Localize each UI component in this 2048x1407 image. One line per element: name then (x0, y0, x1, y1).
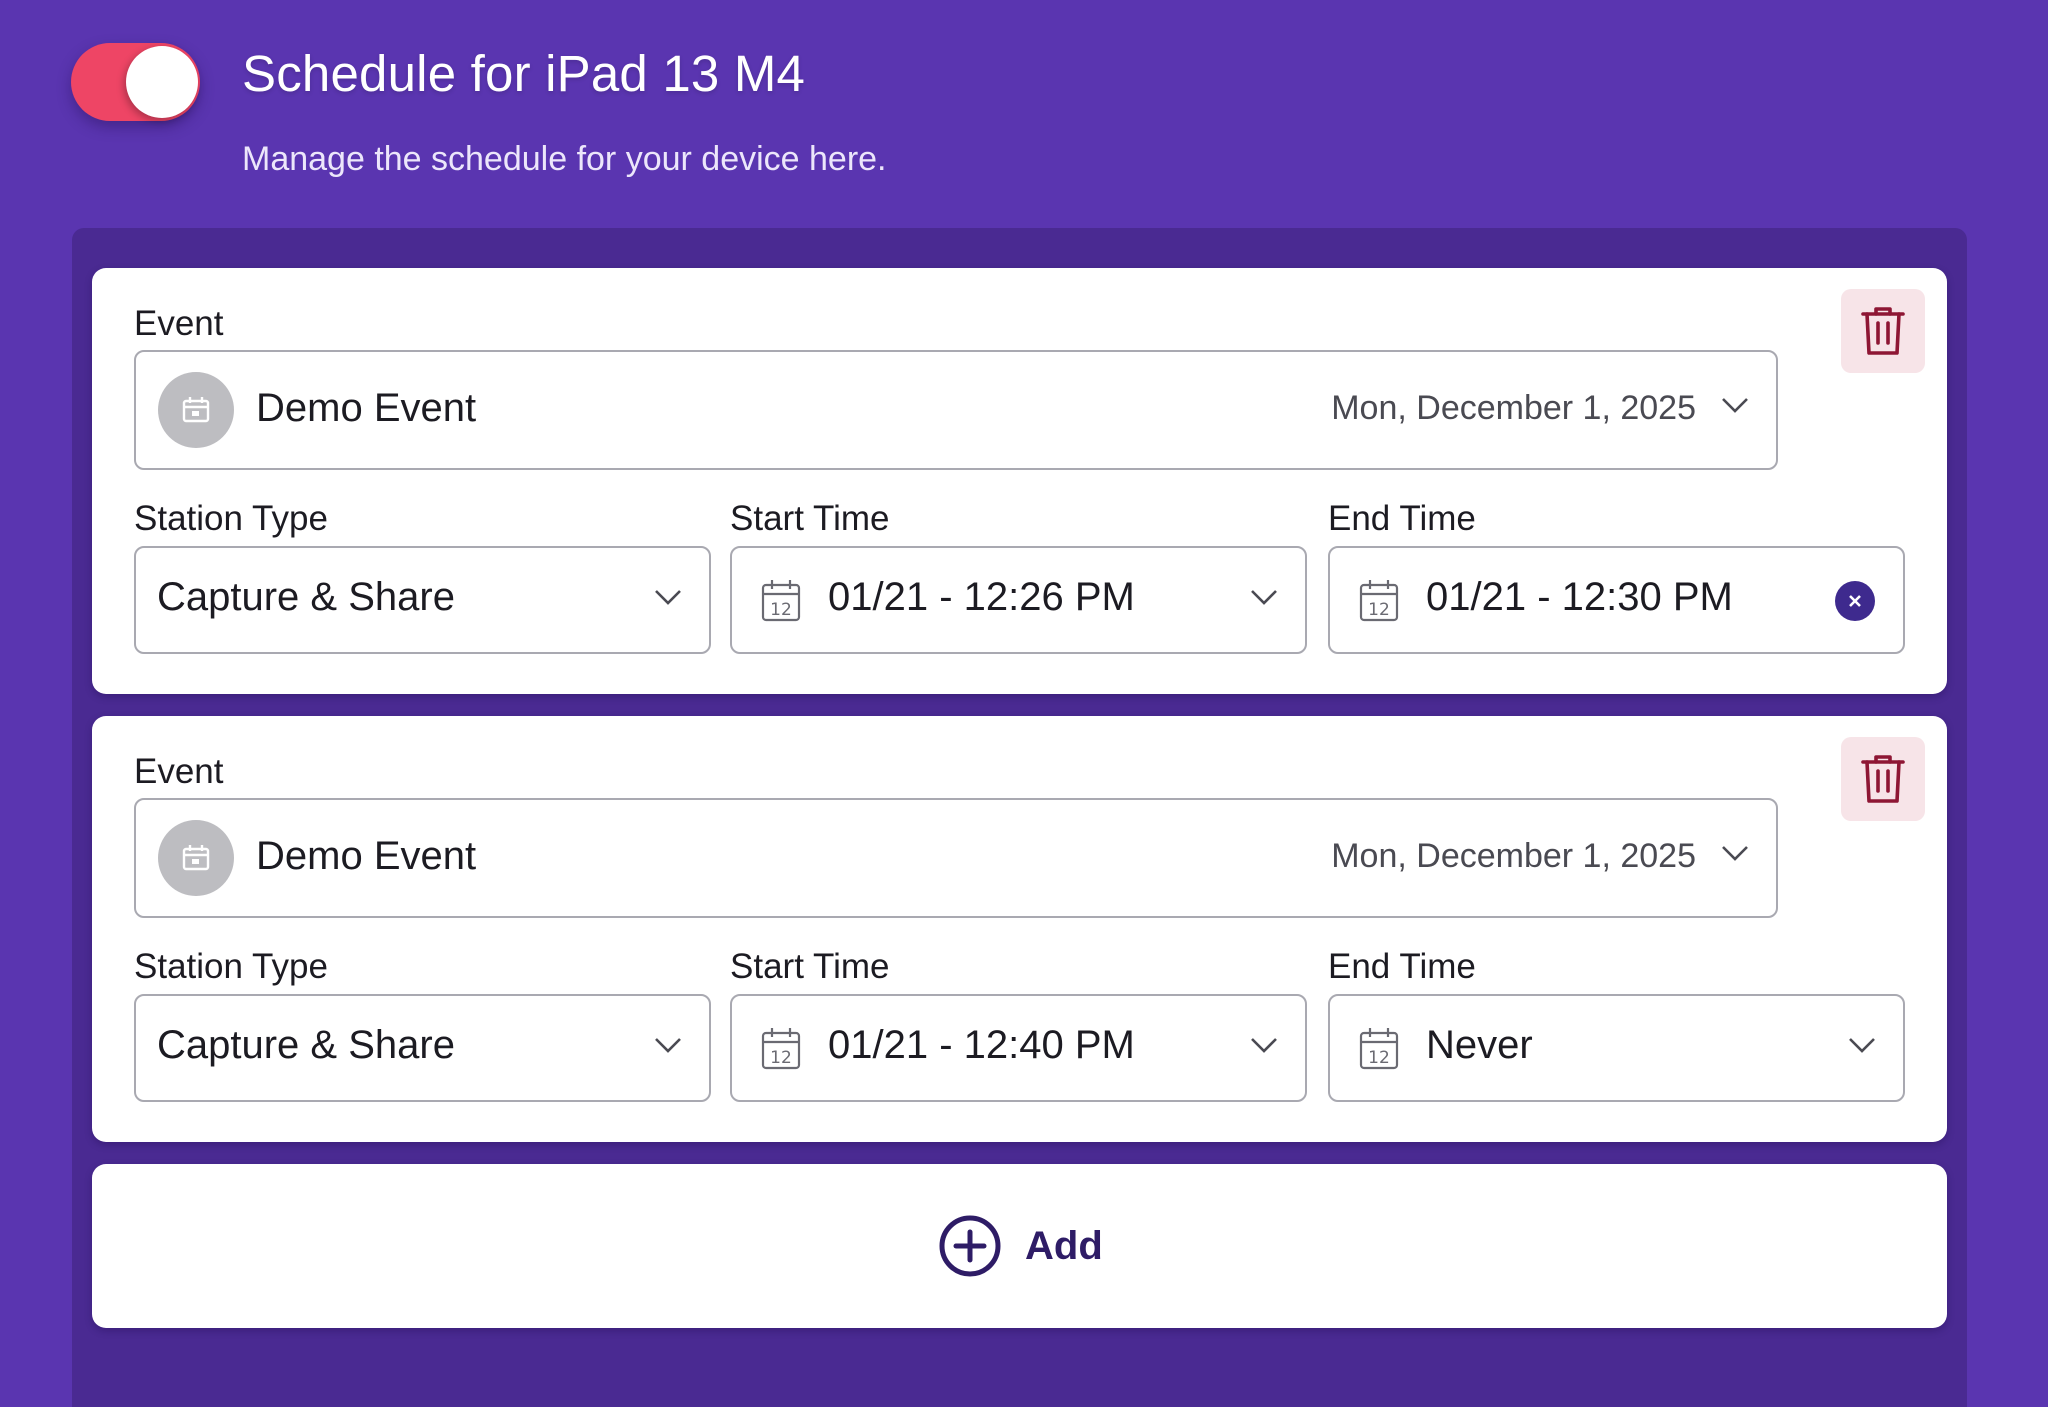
trash-icon (1861, 307, 1905, 355)
chevron-down-icon (655, 1038, 681, 1053)
station-type-select[interactable]: Capture & Share (134, 994, 711, 1102)
delete-schedule-button[interactable] (1841, 737, 1925, 821)
station-type-value: Capture & Share (157, 1023, 455, 1067)
chevron-down-icon (655, 590, 681, 605)
calendar-day-text: 12 (770, 1048, 792, 1068)
start-time-picker[interactable]: 12 01/21 - 12:40 PM (730, 994, 1307, 1102)
event-avatar (158, 372, 234, 448)
end-time-value: Never (1426, 1023, 1533, 1067)
event-calendar-icon (182, 845, 210, 871)
schedule-toggle[interactable] (71, 43, 200, 121)
end-time-value: 01/21 - 12:30 PM (1426, 575, 1733, 619)
calendar-icon: 12 (1359, 1028, 1399, 1070)
event-label: Event (134, 304, 224, 343)
start-time-value: 01/21 - 12:40 PM (828, 1023, 1135, 1067)
end-time-picker[interactable]: 12 01/21 - 12:30 PM (1328, 546, 1905, 654)
event-calendar-icon (182, 397, 210, 423)
schedule-card: Event Demo Event Mon, December 1, 2025 S… (92, 716, 1947, 1142)
event-name: Demo Event (256, 386, 477, 430)
chevron-down-icon (1722, 398, 1748, 413)
add-schedule-button[interactable]: Add (938, 1214, 1118, 1278)
event-name: Demo Event (256, 834, 477, 878)
calendar-day-text: 12 (770, 600, 792, 620)
add-button-label: Add (1025, 1224, 1103, 1268)
event-label: Event (134, 752, 224, 791)
end-time-label: End Time (1328, 499, 1476, 538)
event-avatar (158, 820, 234, 896)
event-date: Mon, December 1, 2025 (1331, 837, 1696, 875)
chevron-down-icon (1722, 846, 1748, 861)
end-time-picker[interactable]: 12 Never (1328, 994, 1905, 1102)
close-icon (1849, 595, 1861, 607)
station-type-label: Station Type (134, 499, 328, 538)
chevron-down-icon (1849, 1038, 1875, 1053)
trash-icon (1861, 755, 1905, 803)
calendar-icon: 12 (1359, 580, 1399, 622)
toggle-knob (126, 46, 198, 118)
clear-end-time-button[interactable] (1835, 581, 1875, 621)
start-time-value: 01/21 - 12:26 PM (828, 575, 1135, 619)
event-select[interactable]: Demo Event Mon, December 1, 2025 (134, 798, 1778, 918)
start-time-label: Start Time (730, 947, 890, 986)
chevron-down-icon (1251, 1038, 1277, 1053)
station-type-select[interactable]: Capture & Share (134, 546, 711, 654)
end-time-label: End Time (1328, 947, 1476, 986)
schedule-card: Event Demo Event Mon, December 1, 2025 S… (92, 268, 1947, 694)
delete-schedule-button[interactable] (1841, 289, 1925, 373)
add-schedule-card: Add (92, 1164, 1947, 1328)
calendar-icon: 12 (761, 580, 801, 622)
start-time-label: Start Time (730, 499, 890, 538)
station-type-label: Station Type (134, 947, 328, 986)
plus-circle-icon (939, 1215, 1001, 1277)
station-type-value: Capture & Share (157, 575, 455, 619)
calendar-day-text: 12 (1368, 600, 1390, 620)
event-date: Mon, December 1, 2025 (1331, 389, 1696, 427)
event-select[interactable]: Demo Event Mon, December 1, 2025 (134, 350, 1778, 470)
calendar-day-text: 12 (1368, 1048, 1390, 1068)
calendar-icon: 12 (761, 1028, 801, 1070)
start-time-picker[interactable]: 12 01/21 - 12:26 PM (730, 546, 1307, 654)
page-subtitle: Manage the schedule for your device here… (242, 140, 887, 178)
page-title: Schedule for iPad 13 M4 (242, 45, 806, 102)
chevron-down-icon (1251, 590, 1277, 605)
